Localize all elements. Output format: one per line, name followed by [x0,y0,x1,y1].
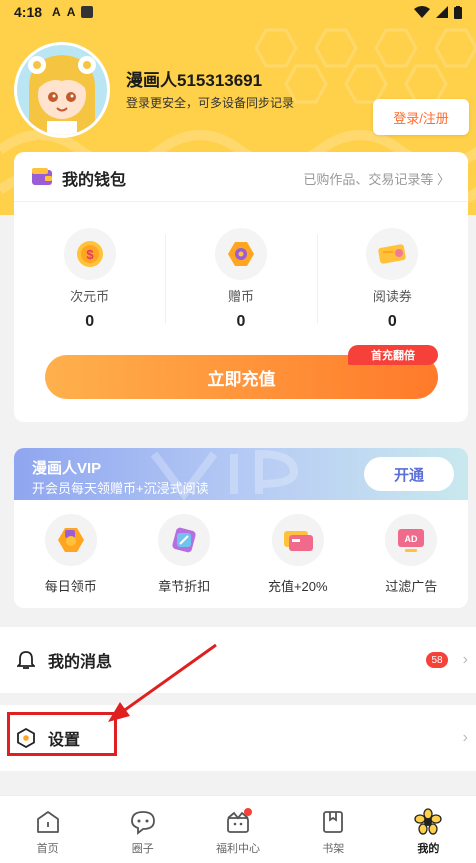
wallet-header[interactable]: 我的钱包 已购作品、交易记录等 〉 [14,152,468,202]
vip-open-button[interactable]: 开通 [364,457,454,491]
tab-label: 我的 [417,843,440,855]
tab-label: 书架 [322,843,345,855]
battery-icon [454,5,462,19]
tab-label: 圈子 [131,843,154,855]
tab-bookshelf[interactable]: 书架 [286,796,381,863]
perk-filter-ads[interactable]: AD 过滤广告 [355,514,469,604]
wallet-title: 我的钱包 [62,172,127,189]
signal-icon [436,6,448,18]
login-hint: 登录更安全，可多设备同步记录 [126,96,295,110]
tab-circle[interactable]: 圈子 [95,796,190,863]
balance-label: 次元币 [70,289,110,304]
status-time: 4:18 [14,4,43,20]
tab-home[interactable]: 首页 [0,796,95,863]
balance-value: 0 [85,313,95,330]
svg-text:$: $ [86,247,94,262]
ticket-icon [366,228,419,280]
bell-icon [16,650,36,670]
vip-perks: 每日领币 章节折扣 充值+20% AD 过滤广告 [14,514,468,604]
perk-chapter-discount[interactable]: 章节折扣 [128,514,242,604]
menu-item-settings[interactable]: 设置 › [0,705,476,771]
perk-label: 每日领币 [44,579,97,594]
avatar[interactable] [14,42,110,138]
vip-subtitle: 开会员每天领赠币+沉浸式阅读 [32,481,209,496]
settings-label: 设置 [48,732,81,749]
wallet-icon [32,168,52,185]
vip-card: 漫画人VIP 开会员每天领赠币+沉浸式阅读 开通 每日领币 章节折扣 充值+20… [14,448,468,608]
bottom-tab-bar: 首页 圈子 福利中心 书架 我的 [0,795,476,863]
balance-label: 阅读券 [372,289,412,304]
perk-label: 过滤广告 [385,579,438,594]
chat-bubble-icon [129,808,157,836]
flower-icon [414,808,443,836]
balance-gift-coin[interactable]: 赠币 0 [165,224,316,334]
notification-a-icon: A [52,5,61,19]
gift-coin-icon [214,228,267,280]
daily-coin-icon [44,514,97,566]
username: 漫画人515313691 [126,71,263,90]
vip-banner[interactable]: 漫画人VIP 开会员每天领赠币+沉浸式阅读 开通 [14,448,468,501]
home-icon [34,808,62,836]
menu-item-messages[interactable]: 我的消息 58 › [0,627,476,693]
vip-title: 漫画人VIP [32,460,102,477]
messages-label: 我的消息 [48,654,113,671]
perk-daily-coin[interactable]: 每日领币 [14,514,128,604]
balance-value: 0 [236,313,246,330]
messages-count-badge: 58 [426,652,448,668]
login-register-button[interactable]: 登录/注册 [373,99,469,135]
first-recharge-badge: 首充翻倍 [348,345,438,365]
card-icon [271,514,324,566]
tab-mine[interactable]: 我的 [381,796,476,863]
settings-hexagon-icon [16,728,36,748]
balance-value: 0 [387,313,397,330]
balance-ticket[interactable]: 阅读券 0 [316,224,468,334]
wallet-card: 我的钱包 已购作品、交易记录等 〉 $ 次元币 0 赠币 0 阅读券 0 立即充… [14,152,468,422]
tab-label: 福利中心 [216,843,260,855]
avatar-character-icon [28,55,96,135]
purchase-history-link[interactable]: 已购作品、交易记录等 〉 [303,169,450,188]
coin-icon: $ [63,228,116,280]
chevron-right-icon: › [462,729,468,746]
book-icon [319,808,347,836]
balance-ciyuan-coin[interactable]: $ 次元币 0 [14,224,165,334]
notification-a-icon-2: A [66,5,76,19]
status-bar: 4:18 A A [0,0,476,24]
wallet-balances: $ 次元币 0 赠币 0 阅读券 0 [14,224,468,334]
ad-icon: AD [385,514,438,566]
wifi-icon [414,6,430,18]
tab-welfare[interactable]: 福利中心 [190,796,285,863]
perk-recharge-bonus[interactable]: 充值+20% [241,514,355,604]
notification-app-icon [81,6,94,18]
discount-icon [158,514,211,566]
tab-label: 首页 [36,843,59,855]
perk-label: 章节折扣 [158,579,211,594]
balance-label: 赠币 [227,289,254,304]
perk-label: 充值+20% [267,579,328,594]
svg-text:AD: AD [405,534,418,544]
chevron-right-icon: › [462,651,468,668]
